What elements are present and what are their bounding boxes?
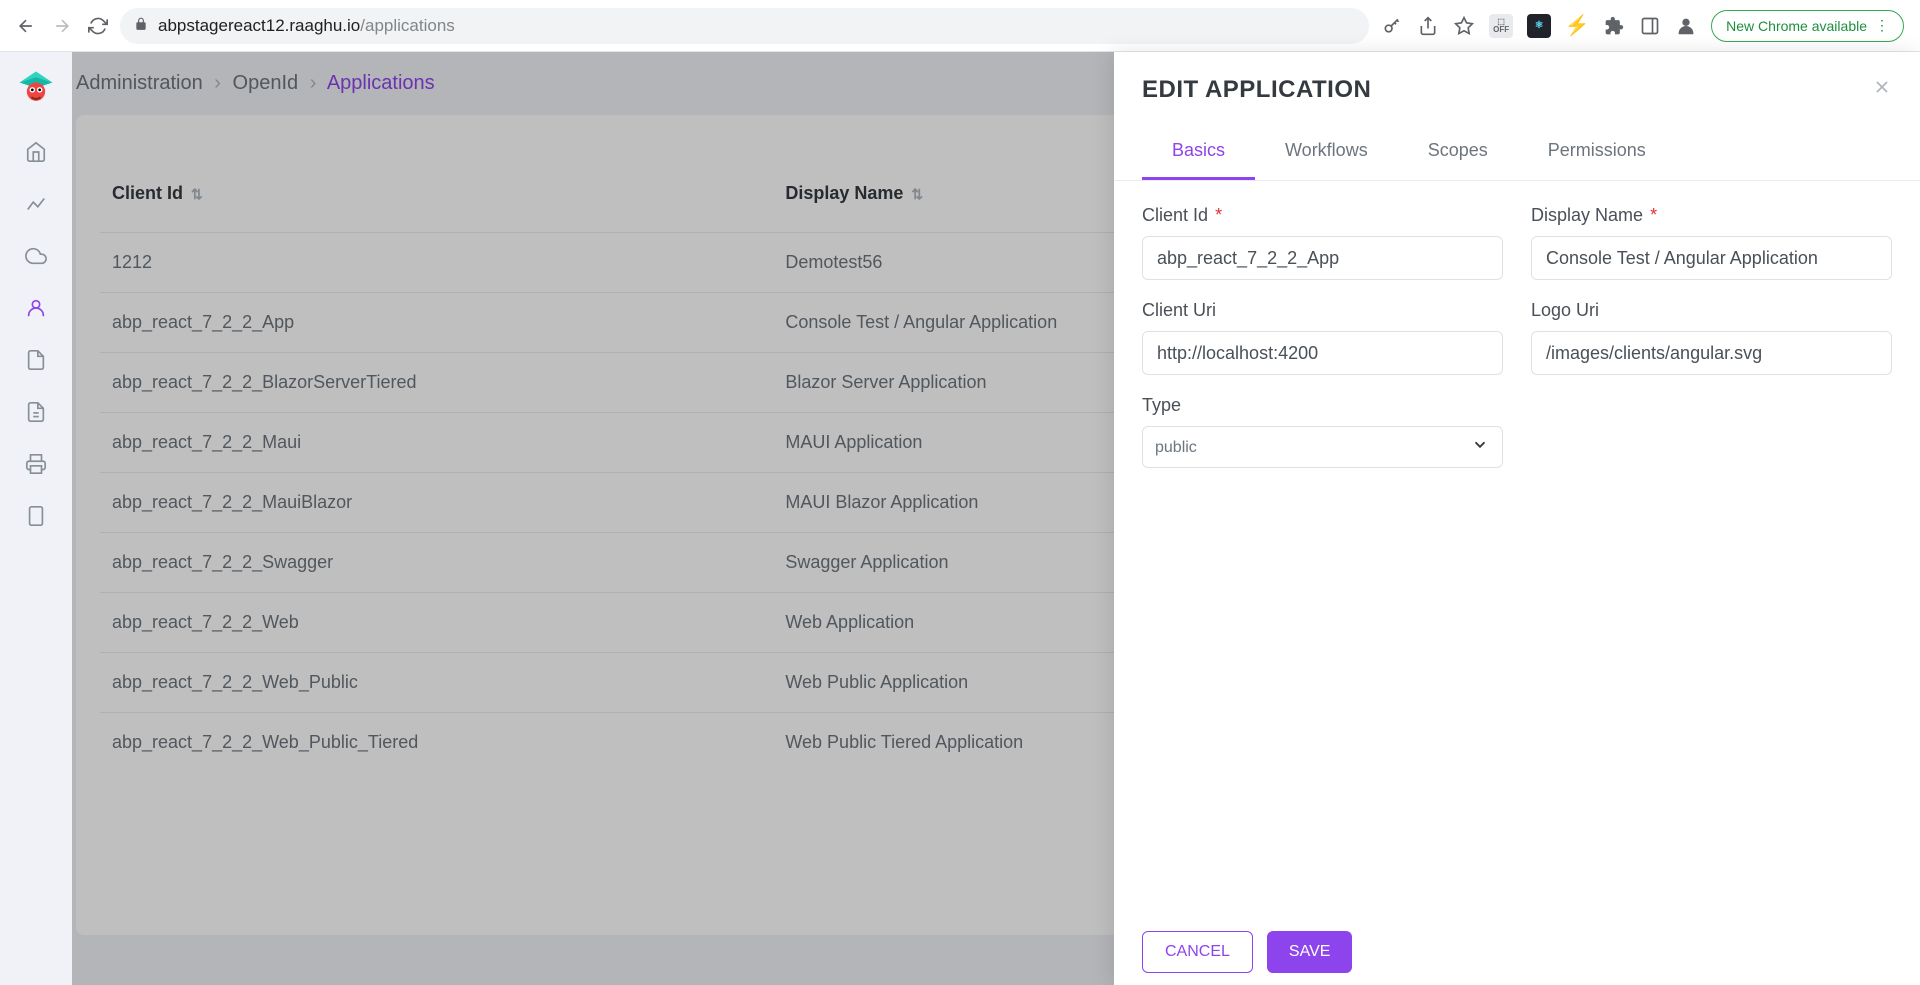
extension-react-icon[interactable]: ⚛ <box>1527 14 1551 38</box>
sidebar-item-cloud[interactable] <box>14 234 58 278</box>
tab-permissions[interactable]: Permissions <box>1518 126 1676 180</box>
tab-workflows[interactable]: Workflows <box>1255 126 1398 180</box>
sidepanel-icon[interactable] <box>1639 15 1661 37</box>
sidebar <box>0 52 72 985</box>
sidebar-item-home[interactable] <box>14 130 58 174</box>
label-logouri: Logo Uri <box>1531 300 1892 321</box>
star-icon[interactable] <box>1453 15 1475 37</box>
label-displayname: Display Name * <box>1531 205 1892 226</box>
cancel-button[interactable]: CANCEL <box>1142 931 1253 973</box>
tab-basics[interactable]: Basics <box>1142 126 1255 180</box>
panel-title: EDIT APPLICATION <box>1142 76 1371 104</box>
tab-scopes[interactable]: Scopes <box>1398 126 1518 180</box>
sidebar-item-users[interactable] <box>14 286 58 330</box>
sidebar-item-mobile[interactable] <box>14 494 58 538</box>
address-bar[interactable]: abpstagereact12.raaghu.io/applications <box>120 8 1369 44</box>
select-type[interactable]: public <box>1142 426 1503 468</box>
label-type: Type <box>1142 395 1503 416</box>
sidebar-item-files[interactable] <box>14 338 58 382</box>
app-logo[interactable] <box>12 64 60 112</box>
chrome-update-button[interactable]: New Chrome available ⋮ <box>1711 10 1904 42</box>
extensions-icon[interactable] <box>1603 15 1625 37</box>
input-clientid[interactable] <box>1142 236 1503 280</box>
profile-icon[interactable] <box>1675 15 1697 37</box>
panel-tabs: Basics Workflows Scopes Permissions <box>1114 126 1920 181</box>
label-clienturi: Client Uri <box>1142 300 1503 321</box>
input-displayname[interactable] <box>1531 236 1892 280</box>
forward-button[interactable] <box>52 16 72 36</box>
save-button[interactable]: SAVE <box>1267 931 1353 973</box>
share-icon[interactable] <box>1417 15 1439 37</box>
reload-button[interactable] <box>88 16 108 36</box>
label-clientid: Client Id * <box>1142 205 1503 226</box>
extension-off-icon[interactable]: ⬚OFF <box>1489 14 1513 38</box>
edit-application-panel: EDIT APPLICATION Basics Workflows Scopes… <box>1114 52 1920 985</box>
sidebar-item-analytics[interactable] <box>14 182 58 226</box>
url-text: abpstagereact12.raaghu.io/applications <box>158 16 455 36</box>
back-button[interactable] <box>16 16 36 36</box>
close-button[interactable] <box>1872 77 1892 103</box>
browser-toolbar: abpstagereact12.raaghu.io/applications ⬚… <box>0 0 1920 52</box>
input-clienturi[interactable] <box>1142 331 1503 375</box>
lock-icon <box>134 17 148 34</box>
extension-lightning-icon[interactable]: ⚡ <box>1565 14 1589 38</box>
input-logouri[interactable] <box>1531 331 1892 375</box>
key-icon[interactable] <box>1381 15 1403 37</box>
sidebar-item-documents[interactable] <box>14 390 58 434</box>
sidebar-item-print[interactable] <box>14 442 58 486</box>
